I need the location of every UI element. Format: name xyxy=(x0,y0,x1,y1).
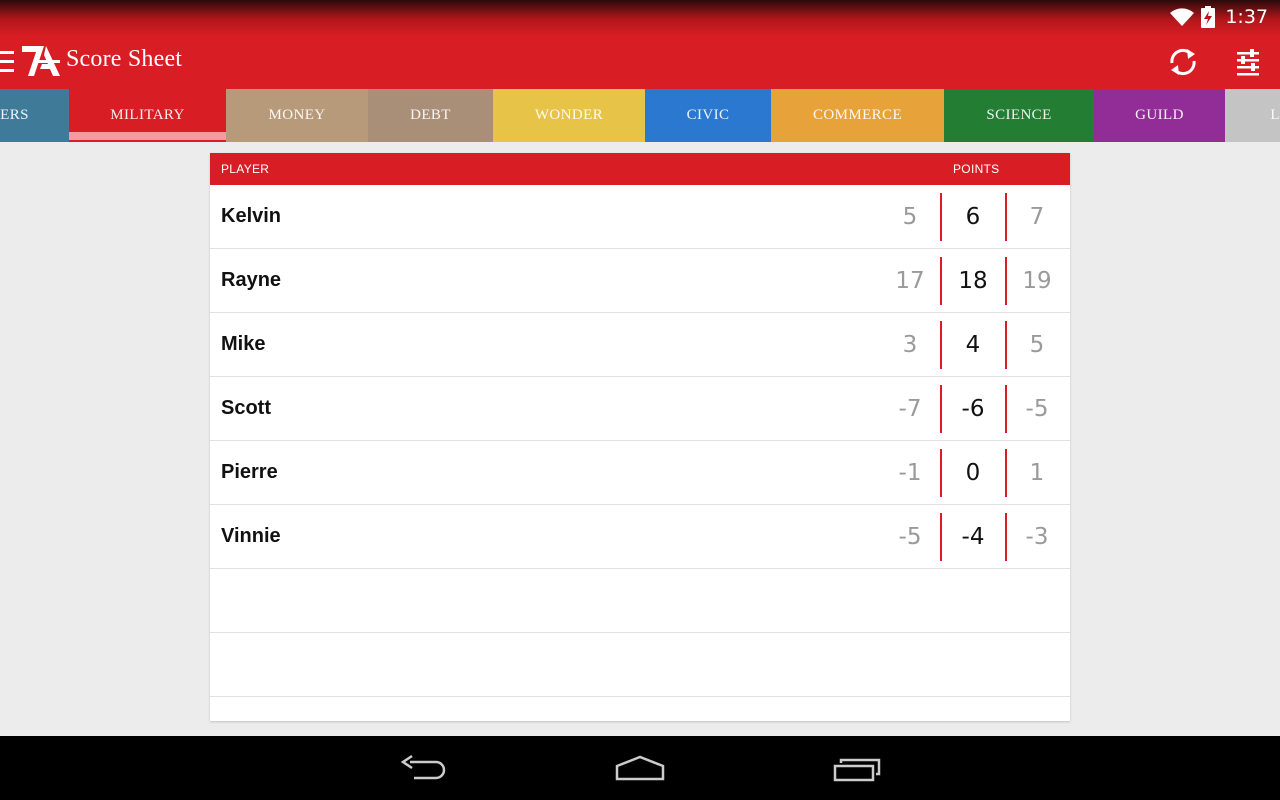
points-decrement[interactable]: -5 xyxy=(880,524,940,550)
menu-icon[interactable] xyxy=(0,51,14,73)
player-name[interactable]: Kelvin xyxy=(221,205,281,228)
selected-tab-indicator xyxy=(69,132,226,140)
wifi-icon xyxy=(1170,8,1195,26)
table-row: Scott -7 -6 -5 xyxy=(210,377,1070,441)
status-time: 1:37 xyxy=(1225,6,1268,28)
player-name[interactable]: Pierre xyxy=(221,461,278,484)
player-name[interactable]: Mike xyxy=(221,333,265,356)
player-name[interactable]: Rayne xyxy=(221,269,281,292)
tab-wonder[interactable]: WONDER xyxy=(493,89,645,142)
divider xyxy=(940,193,942,241)
empty-row xyxy=(210,633,1070,697)
points-current[interactable]: -4 xyxy=(943,524,1003,550)
tab-commerce[interactable]: COMMERCE xyxy=(771,89,944,142)
tab-debt[interactable]: DEBT xyxy=(368,89,493,142)
app-title: Score Sheet xyxy=(66,46,183,72)
table-row: Rayne 17 18 19 xyxy=(210,249,1070,313)
player-name[interactable]: Vinnie xyxy=(221,525,281,548)
home-icon[interactable] xyxy=(614,754,666,784)
tab-civic[interactable]: CIVIC xyxy=(645,89,771,142)
tab-money[interactable]: MONEY xyxy=(226,89,368,142)
refresh-icon[interactable] xyxy=(1166,45,1200,79)
recent-apps-icon[interactable] xyxy=(832,754,884,784)
divider xyxy=(940,513,942,561)
table-header: PLAYER POINTS xyxy=(210,153,1070,185)
tune-icon[interactable] xyxy=(1235,48,1261,76)
score-table: PLAYER POINTS Kelvin 5 6 7 Rayne 17 18 1… xyxy=(210,153,1070,721)
table-row: Pierre -1 0 1 xyxy=(210,441,1070,505)
points-current[interactable]: 0 xyxy=(943,460,1003,486)
tab-leaders[interactable]: LE xyxy=(1225,89,1280,142)
points-decrement[interactable]: 3 xyxy=(880,332,940,358)
table-row: Vinnie -5 -4 -3 xyxy=(210,505,1070,569)
points-increment[interactable]: -3 xyxy=(1007,524,1067,550)
app-bar: Score Sheet xyxy=(0,36,1280,89)
points-current[interactable]: 18 xyxy=(943,268,1003,294)
divider xyxy=(940,257,942,305)
points-decrement[interactable]: 17 xyxy=(880,268,940,294)
header-points: POINTS xyxy=(953,162,1000,176)
divider xyxy=(940,321,942,369)
tab-science[interactable]: SCIENCE xyxy=(944,89,1094,142)
header-player: PLAYER xyxy=(221,162,270,176)
points-decrement[interactable]: -1 xyxy=(880,460,940,486)
system-nav-bar xyxy=(0,736,1280,800)
points-increment[interactable]: 1 xyxy=(1007,460,1067,486)
table-row: Kelvin 5 6 7 xyxy=(210,185,1070,249)
points-increment[interactable]: 5 xyxy=(1007,332,1067,358)
status-icons: 1:37 xyxy=(1169,5,1268,29)
app-logo-icon[interactable] xyxy=(20,43,62,79)
tab-players[interactable]: ERS xyxy=(0,89,69,142)
points-increment[interactable]: -5 xyxy=(1007,396,1067,422)
table-row: Mike 3 4 5 xyxy=(210,313,1070,377)
divider xyxy=(940,385,942,433)
points-increment[interactable]: 7 xyxy=(1007,204,1067,230)
empty-row xyxy=(210,569,1070,633)
battery-charging-icon xyxy=(1201,6,1216,28)
points-current[interactable]: -6 xyxy=(943,396,1003,422)
player-name[interactable]: Scott xyxy=(221,397,271,420)
points-decrement[interactable]: -7 xyxy=(880,396,940,422)
points-current[interactable]: 4 xyxy=(943,332,1003,358)
points-current[interactable]: 6 xyxy=(943,204,1003,230)
points-increment[interactable]: 19 xyxy=(1007,268,1067,294)
divider xyxy=(940,449,942,497)
back-icon[interactable] xyxy=(400,754,448,784)
tab-guild[interactable]: GUILD xyxy=(1094,89,1225,142)
points-decrement[interactable]: 5 xyxy=(880,204,940,230)
status-bar: 1:37 xyxy=(0,0,1280,36)
